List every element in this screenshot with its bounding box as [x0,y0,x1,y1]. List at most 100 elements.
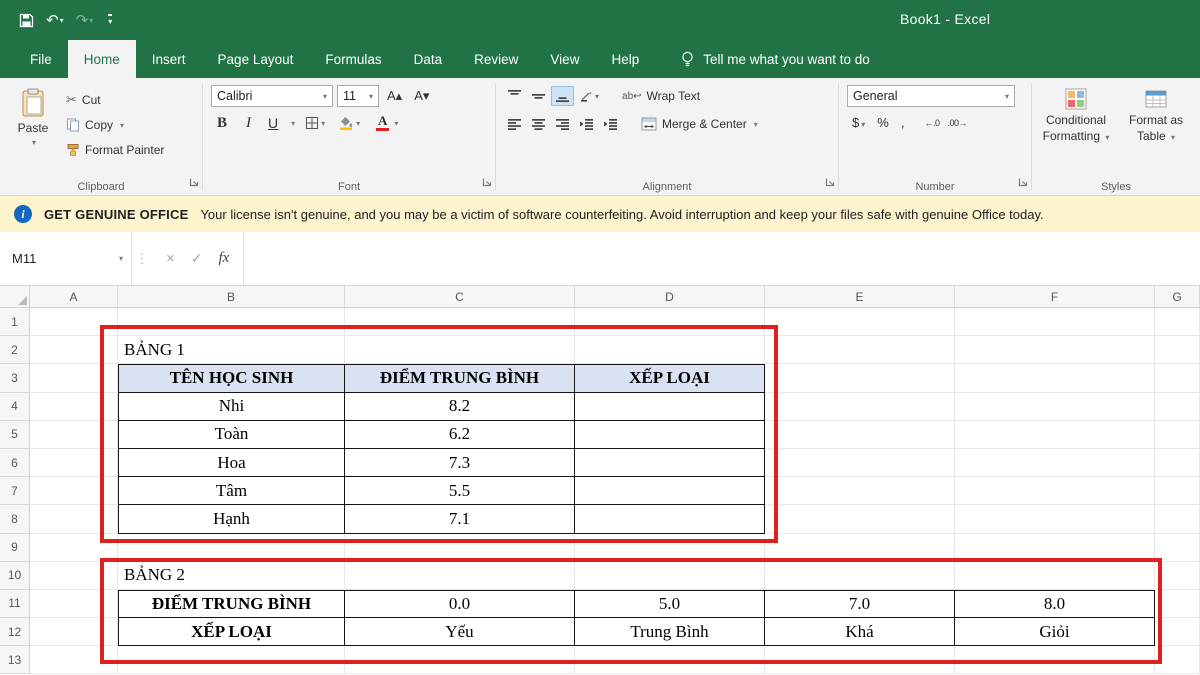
paste-button[interactable]: Paste ▾ [4,82,62,161]
cell-F3[interactable] [955,364,1155,392]
bold-button[interactable]: B [211,114,233,133]
dialog-launcher-icon[interactable] [825,174,835,192]
cell-E5[interactable] [765,421,955,449]
cell-F1[interactable] [955,308,1155,336]
cell-D12[interactable]: Trung Bình [575,618,765,646]
cell-F12[interactable]: Giỏi [955,618,1155,646]
cell-E7[interactable] [765,477,955,505]
cell-A1[interactable] [30,308,118,336]
number-format-select[interactable]: General ▾ [847,85,1015,107]
dialog-launcher-icon[interactable] [482,174,492,192]
cell-D2[interactable] [575,336,765,364]
cell-C5[interactable]: 6.2 [345,421,575,449]
name-box[interactable]: M11 ▾ [0,232,132,285]
cell-G3[interactable] [1155,364,1200,392]
tab-insert[interactable]: Insert [136,40,202,78]
row-header-6[interactable]: 6 [0,449,30,477]
cell-F8[interactable] [955,505,1155,533]
cell-F6[interactable] [955,449,1155,477]
cell-C9[interactable] [345,534,575,562]
cell-A10[interactable] [30,562,118,590]
cell-G10[interactable] [1155,562,1200,590]
cell-D13[interactable] [575,646,765,674]
cell-E3[interactable] [765,364,955,392]
cell-A3[interactable] [30,364,118,392]
cell-E8[interactable] [765,505,955,533]
cell-A4[interactable] [30,393,118,421]
cell-D3[interactable]: XẾP LOẠI [575,364,765,392]
row-header-12[interactable]: 12 [0,618,30,646]
row-header-9[interactable]: 9 [0,534,30,562]
cell-A6[interactable] [30,449,118,477]
decrease-font-size-button[interactable]: A▾ [410,86,433,106]
cell-A5[interactable] [30,421,118,449]
cell-C11[interactable]: 0.0 [345,590,575,618]
percent-format-button[interactable]: % [872,113,894,132]
cell-G12[interactable] [1155,618,1200,646]
fill-color-button[interactable]: ▾ [335,114,363,132]
tab-data[interactable]: Data [398,40,459,78]
cell-D8[interactable] [575,505,765,533]
borders-button[interactable]: ▾ [302,114,328,132]
col-header-E[interactable]: E [765,286,955,308]
insert-function-button[interactable]: fx [219,250,230,267]
cell-C4[interactable]: 8.2 [345,393,575,421]
row-header-3[interactable]: 3 [0,364,30,392]
col-header-A[interactable]: A [30,286,118,308]
cell-G11[interactable] [1155,590,1200,618]
cell-D9[interactable] [575,534,765,562]
row-header-1[interactable]: 1 [0,308,30,336]
cell-B1[interactable] [118,308,345,336]
tab-formulas[interactable]: Formulas [309,40,397,78]
col-header-F[interactable]: F [955,286,1155,308]
align-right-button[interactable] [552,115,573,133]
align-center-button[interactable] [528,115,549,133]
cell-E12[interactable]: Khá [765,618,955,646]
chevron-down-icon[interactable]: ▾ [291,119,295,128]
format-as-table-button[interactable]: Format as Table ▾ [1116,82,1196,145]
align-top-button[interactable] [504,87,525,105]
cell-G9[interactable] [1155,534,1200,562]
cell-G1[interactable] [1155,308,1200,336]
cell-B3[interactable]: TÊN HỌC SINH [118,364,345,392]
cell-B9[interactable] [118,534,345,562]
cell-D1[interactable] [575,308,765,336]
row-header-10[interactable]: 10 [0,562,30,590]
align-left-button[interactable] [504,115,525,133]
cell-B2[interactable]: BẢNG 1 [118,336,345,364]
enter-button[interactable]: ✓ [191,250,203,267]
cell-C10[interactable] [345,562,575,590]
cell-G4[interactable] [1155,393,1200,421]
cell-B12[interactable]: XẾP LOẠI [118,618,345,646]
copy-button[interactable]: Copy ▾ [62,114,168,136]
cell-E1[interactable] [765,308,955,336]
decrease-decimal-button[interactable]: .00→ [944,115,970,131]
cut-button[interactable]: ✂ Cut [62,89,168,111]
increase-font-size-button[interactable]: A▴ [383,86,406,106]
cell-F7[interactable] [955,477,1155,505]
align-middle-button[interactable] [528,87,549,105]
customize-toolbar-button[interactable]: ▾ [108,14,112,26]
redo-button[interactable]: ↷▾ [73,9,97,31]
orientation-button[interactable]: ▾ [576,87,602,105]
cell-F11[interactable]: 8.0 [955,590,1155,618]
cell-A9[interactable] [30,534,118,562]
cell-C6[interactable]: 7.3 [345,449,575,477]
row-header-7[interactable]: 7 [0,477,30,505]
row-header-5[interactable]: 5 [0,421,30,449]
cell-E4[interactable] [765,393,955,421]
tab-view[interactable]: View [534,40,595,78]
tab-review[interactable]: Review [458,40,534,78]
cell-A7[interactable] [30,477,118,505]
cell-D7[interactable] [575,477,765,505]
decrease-indent-button[interactable] [576,115,597,133]
save-button[interactable] [16,11,37,30]
cell-C8[interactable]: 7.1 [345,505,575,533]
cell-F10[interactable] [955,562,1155,590]
cell-C3[interactable]: ĐIỂM TRUNG BÌNH [345,364,575,392]
cell-B13[interactable] [118,646,345,674]
increase-decimal-button[interactable]: ←.0 [921,115,942,131]
cell-C7[interactable]: 5.5 [345,477,575,505]
cell-E6[interactable] [765,449,955,477]
col-header-B[interactable]: B [118,286,345,308]
